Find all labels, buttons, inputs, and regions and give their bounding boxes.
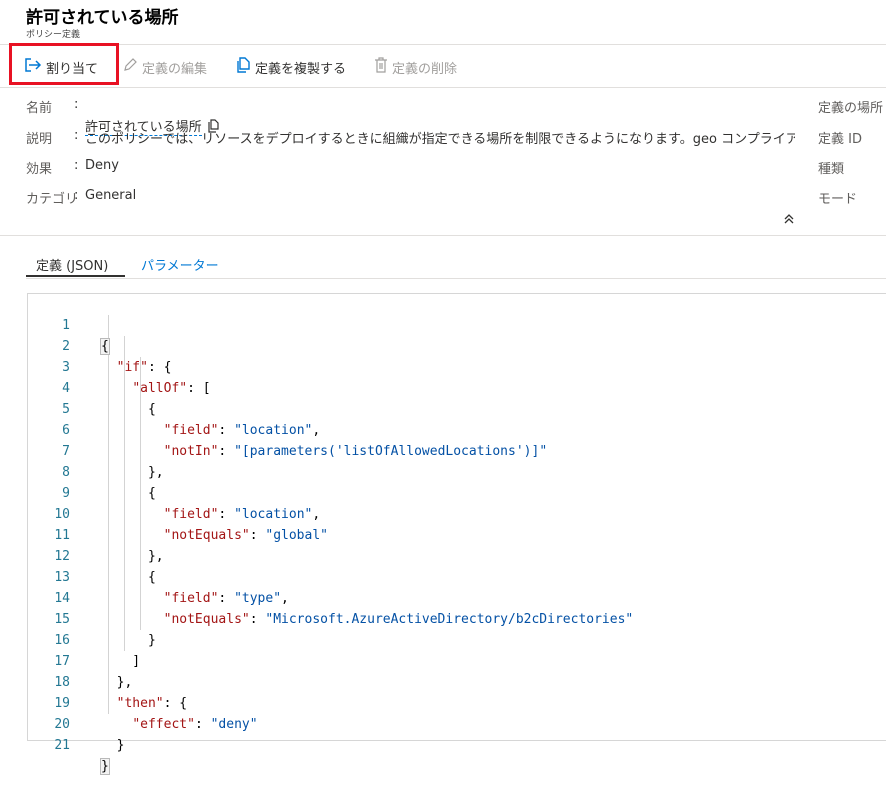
- trash-icon: [374, 57, 388, 77]
- pencil-icon: [122, 57, 138, 77]
- code-line: 20 }: [28, 693, 886, 753]
- code-line: 21 }: [28, 714, 886, 775]
- code-line: 19 "effect": "deny": [28, 672, 886, 732]
- prop-effect-key: 効果: [26, 162, 53, 177]
- code-line: 18 "then": {: [28, 651, 886, 711]
- essentials-divider: [0, 235, 886, 236]
- prop-description-row: 説明 : このポリシーでは、リソースをデプロイするときに組織が指定できる場所を制…: [26, 128, 795, 147]
- prop-description-sep: :: [74, 128, 79, 143]
- prop-definition-location-key: 定義の場所: [818, 101, 884, 116]
- code-line: 6 "notIn": "[parameters('listOfAllowedLo…: [28, 399, 886, 459]
- toolbar-divider-top: [0, 44, 886, 45]
- prop-effect-sep: :: [74, 158, 79, 173]
- prop-category-row: カテゴリ : General: [26, 188, 136, 207]
- code-line: 5 "field": "location",: [28, 378, 886, 438]
- prop-effect-row: 効果 : Deny: [26, 158, 119, 177]
- toolbar-divider-bottom: [0, 87, 886, 88]
- prop-type-key: 種類: [818, 162, 845, 177]
- assign-highlight-box: [9, 43, 119, 85]
- tab-definition-json[interactable]: 定義 (JSON): [36, 255, 108, 274]
- code-line: 13 "field": "type",: [28, 546, 886, 606]
- edit-definition-button[interactable]: 定義の編集: [122, 57, 208, 77]
- code-line: 4 {: [28, 357, 886, 417]
- page-subtitle: ポリシー定義: [26, 30, 81, 40]
- code-line: 8 {: [28, 441, 886, 501]
- prop-definition-id-key: 定義 ID: [818, 132, 862, 147]
- code-line: 1 {: [28, 294, 886, 355]
- code-line: 10 "notEquals": "global": [28, 483, 886, 543]
- tabs-divider: [26, 278, 886, 279]
- code-line: 14 "notEquals": "Microsoft.AzureActiveDi…: [28, 567, 886, 627]
- prop-name-row: 名前 : 許可されている場所: [26, 97, 219, 136]
- collapse-essentials-icon[interactable]: [783, 213, 795, 228]
- prop-description-value: このポリシーでは、リソースをデプロイするときに組織が指定できる場所を制限できるよ…: [85, 132, 795, 147]
- delete-definition-button[interactable]: 定義の削除: [374, 57, 458, 77]
- page-title: 許可されている場所: [26, 8, 179, 28]
- code-line: 15 }: [28, 588, 886, 648]
- code-line: 9 "field": "location",: [28, 462, 886, 522]
- code-line: 2 "if": {: [28, 315, 886, 375]
- prop-category-key: カテゴリ: [26, 192, 79, 207]
- prop-mode-key: モード: [818, 192, 858, 207]
- duplicate-definition-label: 定義を複製する: [255, 61, 347, 77]
- code-line: 12 {: [28, 525, 886, 585]
- tab-parameters[interactable]: パラメーター: [141, 255, 219, 274]
- edit-definition-label: 定義の編集: [142, 61, 208, 77]
- prop-category-sep: :: [74, 188, 79, 203]
- code-line: 11 },: [28, 504, 886, 564]
- prop-category-value: General: [85, 188, 137, 203]
- code-line: 7 },: [28, 420, 886, 480]
- json-code-editor[interactable]: 1 { 2 "if": { 3 "allOf": [ 4 { 5 "field"…: [27, 293, 886, 775]
- code-line: 16 ]: [28, 609, 886, 669]
- code-line: 3 "allOf": [: [28, 336, 886, 396]
- active-tab-indicator: [26, 275, 125, 277]
- duplicate-definition-button[interactable]: 定義を複製する: [235, 57, 347, 77]
- prop-name-key: 名前: [26, 101, 53, 116]
- line-number: 21: [54, 738, 70, 753]
- code-line: 17 },: [28, 630, 886, 690]
- prop-name-sep: :: [74, 97, 79, 112]
- delete-definition-label: 定義の削除: [392, 61, 458, 77]
- prop-effect-value: Deny: [85, 158, 119, 173]
- prop-description-key: 説明: [26, 132, 53, 147]
- copy-icon: [235, 57, 251, 77]
